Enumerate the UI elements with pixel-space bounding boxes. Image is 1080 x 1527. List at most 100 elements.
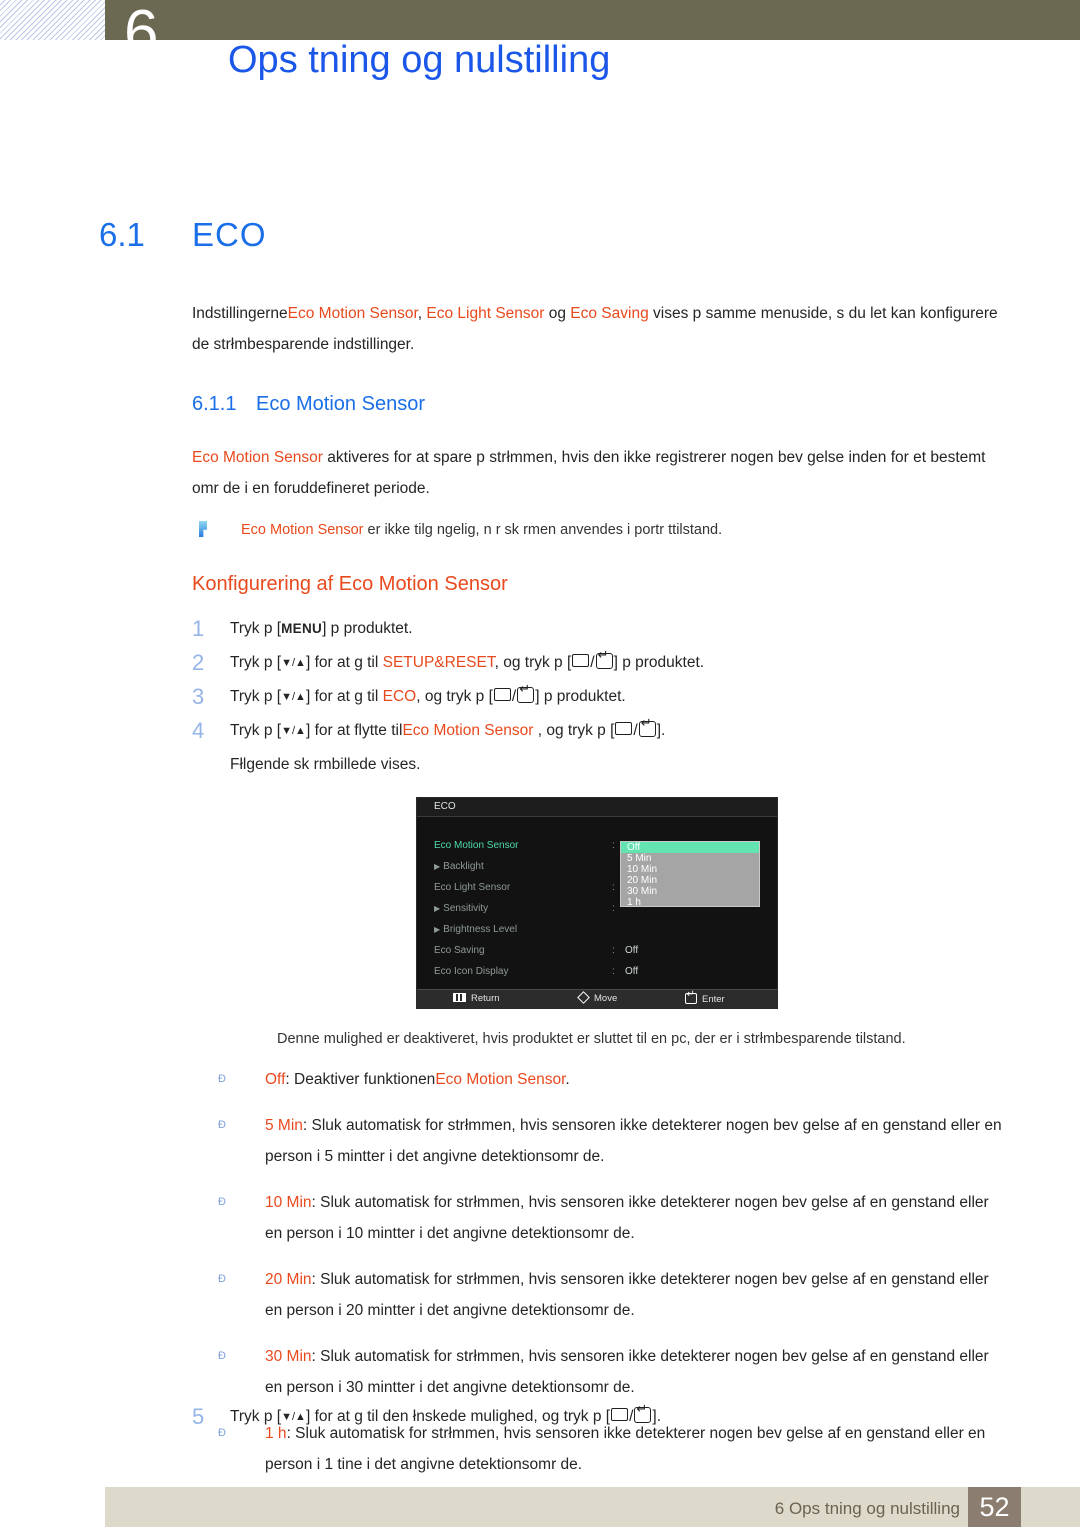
triangle-right-icon: ▶ <box>434 862 441 871</box>
step-4-subtext: Fłlgende sk rmbillede vises. <box>230 756 421 773</box>
para-term-eco-motion-sensor: Eco Motion Sensor <box>192 449 323 466</box>
bullet-off-term2: Eco Motion Sensor <box>435 1071 566 1088</box>
osd-footer-move[interactable]: Move <box>577 991 618 1004</box>
bullet-30min-text: 30 Min: Sluk automatisk for strłmmen, hv… <box>265 1341 1008 1403</box>
intro-sep-2: og <box>544 305 571 322</box>
osd-footer-enter[interactable]: Enter <box>685 989 725 1005</box>
note-block: Eco Motion Sensor er ikke tilg ngelig, n… <box>199 517 1011 543</box>
step-2: 2 Tryk p [▼/▲] for at g til SETUP&RESET,… <box>192 646 1007 680</box>
osd-title-label: ECO <box>434 801 456 812</box>
step-4-mid1: ] for at flytte til <box>305 722 403 739</box>
bullet-20min-term: 20 Min <box>265 1271 312 1288</box>
step-5-mid: ] for at g til den łnskede mulighed, og … <box>305 1408 611 1425</box>
intro-paragraph: IndstillingerneEco Motion Sensor, Eco Li… <box>192 298 1004 360</box>
step-5-number: 5 <box>192 1404 205 1429</box>
osd-label: Eco Light Sensor <box>434 882 511 893</box>
osd-label: Eco Motion Sensor <box>434 840 519 851</box>
osd-move-label: Move <box>594 993 618 1004</box>
enter-key-icon <box>638 716 656 737</box>
enter-key-icon <box>595 648 613 669</box>
dropdown-option-5min[interactable]: 5 Min <box>621 853 759 864</box>
osd-label: Brightness Level <box>443 924 518 935</box>
note-text: er ikke tilg ngelig, n r sk rmen anvende… <box>363 522 723 538</box>
bullet-10min-desc: : Sluk automatisk for strłmmen, hvis sen… <box>265 1194 989 1242</box>
bullet-off: Ð Off: Deaktiver funktionenEco Motion Se… <box>218 1064 1008 1095</box>
osd-item-eco-motion-sensor[interactable]: Eco Motion Sensor <box>434 840 519 851</box>
bullet-30min-term: 30 Min <box>265 1348 312 1365</box>
osd-item-eco-icon-display[interactable]: Eco Icon Display <box>434 966 508 977</box>
step-2-pre: Tryk p [ <box>230 654 282 671</box>
section-title: ECO <box>192 216 267 253</box>
triangle-right-icon: ▶ <box>434 904 441 913</box>
osd-item-backlight[interactable]: ▶ Backlight <box>434 861 484 872</box>
dropdown-option-20min[interactable]: 20 Min <box>621 875 759 886</box>
osd-value-eco-saving: Off <box>625 945 639 956</box>
step-3-mid2: , og tryk p [ <box>416 688 493 705</box>
step-1-pre: Tryk p [ <box>230 620 282 637</box>
step-3: 3 Tryk p [▼/▲] for at g til ECO, og tryk… <box>192 680 1007 714</box>
osd-colon-6: : <box>612 966 615 977</box>
osd-label: Sensitivity <box>443 903 489 914</box>
bullet-30min: Ð 30 Min: Sluk automatisk for strłmmen, … <box>218 1341 1008 1403</box>
bullet-20min: Ð 20 Min: Sluk automatisk for strłmmen, … <box>218 1264 1008 1326</box>
osd-colon-2: : <box>612 882 615 893</box>
bullet-5min-desc: : Sluk automatisk for strłmmen, hvis sen… <box>265 1117 1002 1165</box>
osd-colon-0: : <box>612 840 615 851</box>
osd-enter-label: Enter <box>702 994 725 1005</box>
updown-arrow-icon: ▼/▲ <box>281 725 306 737</box>
dropdown-option-1h[interactable]: 1 h <box>621 897 759 908</box>
page-number: 52 <box>979 1492 1010 1522</box>
bullet-marker: Ð <box>218 1073 226 1085</box>
dropdown-option-off[interactable]: Off <box>621 842 759 853</box>
osd-footer-bar: Return Move Enter <box>417 989 777 1008</box>
note-icon <box>199 521 207 537</box>
bullet-off-term: Off <box>265 1071 286 1088</box>
subsection-number: 6.1.1 <box>192 393 237 415</box>
step-5-post: ]. <box>652 1408 662 1425</box>
osd-footer-return[interactable]: Return <box>453 993 500 1004</box>
step-4: 4 Tryk p [▼/▲] for at flytte tilEco Moti… <box>192 714 1007 782</box>
enter-key-icon <box>517 682 535 703</box>
bullet-5min: Ð 5 Min: Sluk automatisk for strłmmen, h… <box>218 1110 1008 1172</box>
chapter-number: 6 <box>124 0 158 67</box>
decorative-hatch-pattern <box>0 0 108 40</box>
step-3-mid1: ] for at g til <box>305 688 383 705</box>
step-2-text: Tryk p [▼/▲] for at g til SETUP&RESET, o… <box>230 646 1007 680</box>
step-2-post: ] p produktet. <box>613 654 705 671</box>
step-5-text: Tryk p [▼/▲] for at g til den łnskede mu… <box>230 1400 1007 1434</box>
subsection-paragraph: Eco Motion Sensor aktiveres for at spare… <box>192 442 1004 504</box>
osd-item-sensitivity[interactable]: ▶ Sensitivity <box>434 903 488 914</box>
step-4-post: ]. <box>656 722 666 739</box>
step-4-number: 4 <box>192 718 205 743</box>
osd-item-brightness-level[interactable]: ▶ Brightness Level <box>434 924 517 935</box>
page-number-box: 52 <box>968 1487 1021 1527</box>
osd-value-eco-icon-display: Off <box>625 966 639 977</box>
bullet-10min-text: 10 Min: Sluk automatisk for strłmmen, hv… <box>265 1187 1008 1249</box>
osd-dropdown-eco-motion-sensor[interactable]: Off 5 Min 10 Min 20 Min 30 Min 1 h <box>620 841 760 908</box>
bullet-off-text: Off: Deaktiver funktionenEco Motion Sens… <box>265 1064 1008 1095</box>
osd-item-eco-light-sensor[interactable]: Eco Light Sensor <box>434 882 510 893</box>
step-1-number: 1 <box>192 616 205 641</box>
step-4-text: Tryk p [▼/▲] for at flytte tilEco Motion… <box>230 714 1007 748</box>
osd-title-bar: ECO <box>417 798 777 817</box>
step-4-mid2: , og tryk p [ <box>533 722 615 739</box>
configuration-heading: Konfigurering af Eco Motion Sensor <box>192 573 508 595</box>
osd-return-label: Return <box>471 993 500 1004</box>
bullet-10min: Ð 10 Min: Sluk automatisk for strłmmen, … <box>218 1187 1008 1249</box>
bullet-5min-term: 5 Min <box>265 1117 303 1134</box>
step-1-text: Tryk p [MENU] p produktet. <box>230 612 1007 646</box>
osd-item-eco-saving[interactable]: Eco Saving <box>434 945 485 956</box>
bullet-marker: Ð <box>218 1273 226 1285</box>
updown-arrow-icon: ▼/▲ <box>281 1411 306 1423</box>
step-3-number: 3 <box>192 684 205 709</box>
step-5: 5 Tryk p [▼/▲] for at g til den łnskede … <box>192 1400 1007 1434</box>
note-term: Eco Motion Sensor <box>241 522 364 538</box>
intro-text-1: Indstillingerne <box>192 305 288 322</box>
dropdown-option-10min[interactable]: 10 Min <box>621 864 759 875</box>
step-4-target: Eco Motion Sensor <box>402 722 534 739</box>
step-1-post: ] p produktet. <box>322 620 413 637</box>
dropdown-option-30min[interactable]: 30 Min <box>621 886 759 897</box>
osd-colon-3: : <box>612 903 615 914</box>
step-2-target: SETUP&RESET <box>382 654 495 671</box>
osd-menu-screenshot: ECO Eco Motion Sensor : ▶ Backlight Eco L… <box>416 797 778 1009</box>
